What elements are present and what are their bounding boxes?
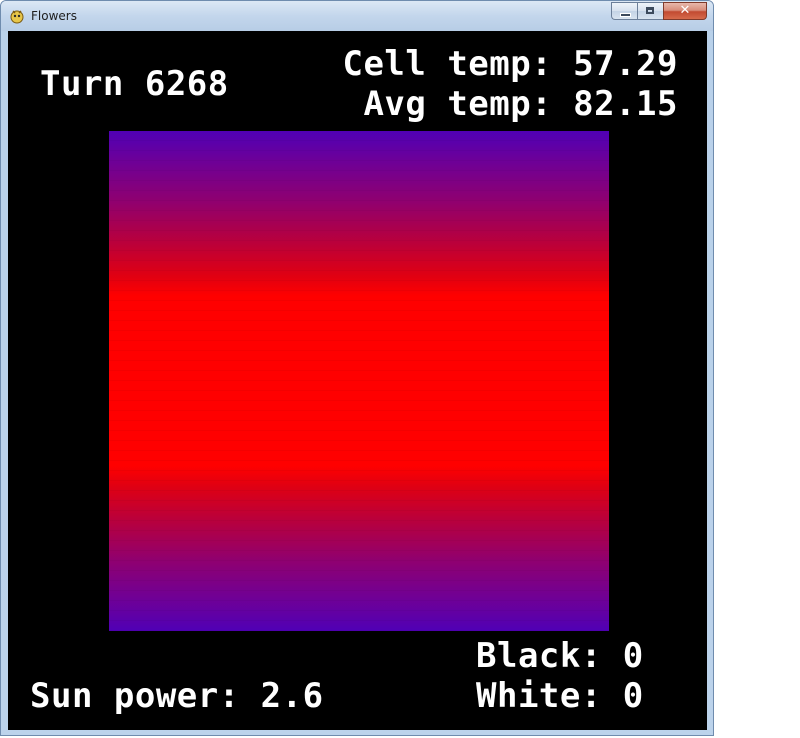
maximize-icon <box>646 7 654 14</box>
white-flower-count: White: 0 <box>476 676 644 716</box>
window-title: Flowers <box>31 9 77 23</box>
avg-temp-readout: Avg temp: 82.15 <box>363 84 678 124</box>
minimize-button[interactable] <box>611 2 637 20</box>
game-canvas[interactable]: Turn 6268 Cell temp: 57.29 Avg temp: 82.… <box>8 31 707 730</box>
turn-counter: Turn 6268 <box>40 64 229 104</box>
grid-rows <box>109 131 609 631</box>
close-button[interactable]: ✕ <box>663 2 707 20</box>
maximize-button[interactable] <box>637 2 663 20</box>
caption-buttons: ✕ <box>611 2 707 21</box>
app-window: Flowers ✕ Turn 6268 Cell temp: 57.29 Avg… <box>0 0 714 736</box>
black-flower-count: Black: 0 <box>476 636 644 676</box>
temperature-grid[interactable] <box>109 131 609 631</box>
pygame-snake-icon <box>10 10 24 24</box>
title-bar[interactable]: Flowers ✕ <box>1 1 713 31</box>
minimize-icon <box>620 13 631 17</box>
sun-power-readout: Sun power: 2.6 <box>30 676 324 716</box>
close-icon: ✕ <box>679 3 691 18</box>
cell-temp-readout: Cell temp: 57.29 <box>342 44 678 84</box>
